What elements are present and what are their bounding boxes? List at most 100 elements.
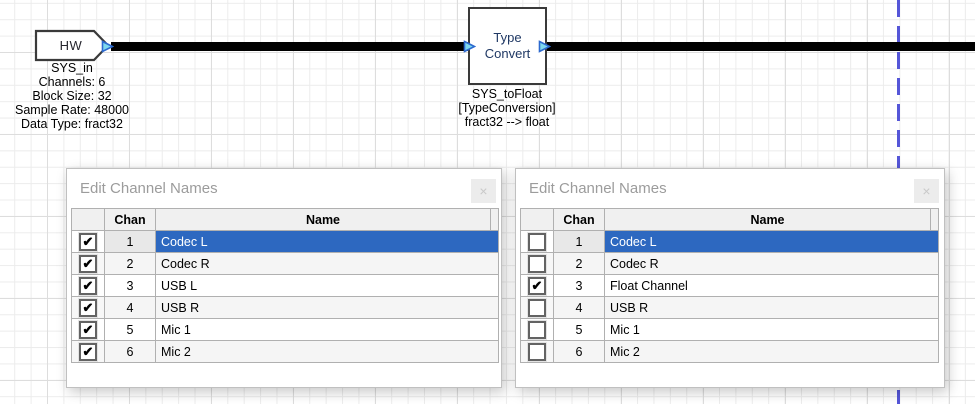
channel-checkbox-cell: ✔ (521, 341, 554, 363)
dialog-title: Edit Channel Names (80, 180, 218, 197)
channel-checkbox-cell: ✔ (72, 341, 105, 363)
chan-column-header[interactable]: Chan (554, 209, 605, 231)
checkbox-column-header[interactable] (72, 209, 105, 231)
channel-table-body: ✔ 1 Codec L ✔ 2 Codec R ✔ 3 USB L ✔ 4 US… (72, 231, 499, 363)
channel-checkbox[interactable]: ✔ (528, 233, 546, 251)
channel-name[interactable]: Mic 1 (605, 319, 939, 341)
hw-output-pin-icon[interactable] (101, 40, 114, 53)
hw-channels-info: Channels: 6 (0, 75, 172, 89)
channel-number[interactable]: 2 (554, 253, 605, 275)
dialog-titlebar[interactable]: Edit Channel Names × (516, 169, 944, 208)
check-icon: ✔ (81, 256, 95, 271)
channel-checkbox-cell: ✔ (72, 297, 105, 319)
type-convert-label-line2: Convert (485, 46, 531, 62)
channel-checkbox[interactable]: ✔ (79, 233, 97, 251)
channel-name[interactable]: Mic 2 (156, 341, 499, 363)
hw-samplerate-info: Sample Rate: 48000 (0, 103, 172, 117)
close-icon: × (479, 183, 487, 199)
channel-checkbox[interactable]: ✔ (528, 321, 546, 339)
channel-checkbox[interactable]: ✔ (528, 343, 546, 361)
type-convert-caption: SYS_toFloat [TypeConversion] fract32 -->… (407, 87, 607, 129)
header-filler (491, 209, 499, 231)
dialog-title: Edit Channel Names (529, 180, 667, 197)
name-column-header[interactable]: Name (605, 209, 931, 231)
type-convert-label-line1: Type (493, 30, 521, 46)
channel-row: ✔ 5 Mic 1 (521, 319, 939, 341)
dialog-titlebar[interactable]: Edit Channel Names × (67, 169, 501, 208)
hw-block-caption: SYS_in Channels: 6 Block Size: 32 Sample… (0, 61, 172, 131)
check-icon: ✔ (530, 278, 544, 293)
channel-row: ✔ 1 Codec L (521, 231, 939, 253)
channel-number[interactable]: 4 (105, 297, 156, 319)
channel-row: ✔ 3 Float Channel (521, 275, 939, 297)
channel-name[interactable]: Codec L (156, 231, 499, 253)
type-convert-block[interactable]: Type Convert (468, 7, 547, 85)
channel-table-header: Chan Name (521, 209, 939, 231)
edit-channel-names-dialog-left: Edit Channel Names × Chan Name ✔ 1 Codec… (66, 168, 502, 388)
channel-name[interactable]: Mic 2 (605, 341, 939, 363)
channel-checkbox-cell: ✔ (72, 231, 105, 253)
channel-name[interactable]: Float Channel (605, 275, 939, 297)
channel-checkbox-cell: ✔ (521, 253, 554, 275)
channel-checkbox[interactable]: ✔ (79, 299, 97, 317)
channel-checkbox[interactable]: ✔ (528, 255, 546, 273)
checkbox-column-header[interactable] (521, 209, 554, 231)
chan-column-header[interactable]: Chan (105, 209, 156, 231)
design-canvas[interactable]: HW SYS_in Channels: 6 Block Size: 32 Sam… (0, 0, 975, 404)
close-button[interactable]: × (471, 179, 496, 203)
channel-number[interactable]: 6 (554, 341, 605, 363)
channel-row: ✔ 3 USB L (72, 275, 499, 297)
channel-table: Chan Name ✔ 1 Codec L ✔ 2 Codec R ✔ 3 US… (71, 208, 499, 363)
channel-table-header: Chan Name (72, 209, 499, 231)
type-convert-conversion-info: fract32 --> float (407, 115, 607, 129)
channel-name[interactable]: USB R (156, 297, 499, 319)
channel-checkbox-cell: ✔ (521, 275, 554, 297)
channel-number[interactable]: 4 (554, 297, 605, 319)
channel-checkbox[interactable]: ✔ (79, 255, 97, 273)
channel-row: ✔ 4 USB R (72, 297, 499, 319)
check-icon: ✔ (81, 234, 95, 249)
channel-row: ✔ 6 Mic 2 (521, 341, 939, 363)
name-column-header[interactable]: Name (156, 209, 491, 231)
channel-number[interactable]: 1 (105, 231, 156, 253)
channel-row: ✔ 2 Codec R (72, 253, 499, 275)
channel-number[interactable]: 5 (554, 319, 605, 341)
channel-checkbox[interactable]: ✔ (528, 299, 546, 317)
channel-number[interactable]: 6 (105, 341, 156, 363)
channel-number[interactable]: 5 (105, 319, 156, 341)
channel-name[interactable]: Codec L (605, 231, 939, 253)
close-button[interactable]: × (914, 179, 939, 203)
channel-name[interactable]: Codec R (156, 253, 499, 275)
channel-name[interactable]: USB R (605, 297, 939, 319)
channel-checkbox[interactable]: ✔ (79, 343, 97, 361)
channel-name[interactable]: Mic 1 (156, 319, 499, 341)
channel-checkbox-cell: ✔ (72, 275, 105, 297)
channel-checkbox[interactable]: ✔ (79, 321, 97, 339)
type-convert-input-pin-icon[interactable] (463, 40, 476, 53)
channel-row: ✔ 1 Codec L (72, 231, 499, 253)
type-convert-output-pin-icon[interactable] (538, 40, 551, 53)
channel-name[interactable]: USB L (156, 275, 499, 297)
channel-name[interactable]: Codec R (605, 253, 939, 275)
check-icon: ✔ (81, 344, 95, 359)
channel-table: Chan Name ✔ 1 Codec L ✔ 2 Codec R ✔ 3 Fl… (520, 208, 939, 363)
channel-number[interactable]: 1 (554, 231, 605, 253)
hw-instance-name: SYS_in (0, 61, 172, 75)
channel-number[interactable]: 2 (105, 253, 156, 275)
channel-number[interactable]: 3 (554, 275, 605, 297)
header-filler (931, 209, 939, 231)
channel-checkbox-cell: ✔ (521, 319, 554, 341)
channel-number[interactable]: 3 (105, 275, 156, 297)
channel-row: ✔ 5 Mic 1 (72, 319, 499, 341)
hw-datatype-info: Data Type: fract32 (0, 117, 172, 131)
channel-checkbox[interactable]: ✔ (79, 277, 97, 295)
check-icon: ✔ (81, 300, 95, 315)
channel-table-body: ✔ 1 Codec L ✔ 2 Codec R ✔ 3 Float Channe… (521, 231, 939, 363)
edit-channel-names-dialog-right: Edit Channel Names × Chan Name ✔ 1 Codec… (515, 168, 945, 388)
channel-row: ✔ 2 Codec R (521, 253, 939, 275)
channel-checkbox-cell: ✔ (521, 297, 554, 319)
type-convert-class-name: [TypeConversion] (407, 101, 607, 115)
channel-checkbox[interactable]: ✔ (528, 277, 546, 295)
channel-checkbox-cell: ✔ (72, 253, 105, 275)
channel-checkbox-cell: ✔ (521, 231, 554, 253)
